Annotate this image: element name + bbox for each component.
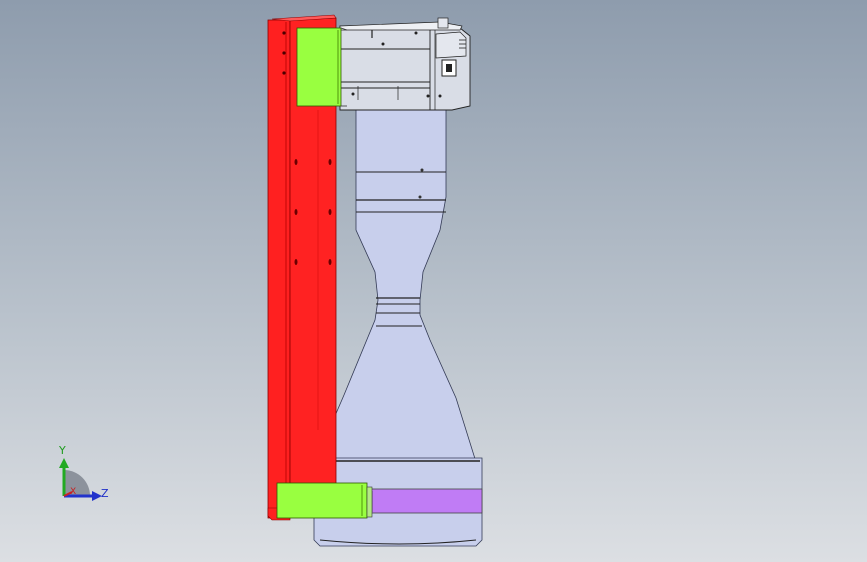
bottom-green-bracket[interactable] xyxy=(276,482,373,519)
y-axis-label: Y xyxy=(59,444,66,457)
model-viewport[interactable]: Y Z X xyxy=(0,0,867,562)
assembly-model[interactable] xyxy=(0,0,867,562)
purple-band[interactable] xyxy=(369,488,483,514)
nozzle-body[interactable] xyxy=(313,109,483,547)
servo-motor[interactable] xyxy=(339,17,471,111)
triad-graphic xyxy=(59,458,102,501)
z-axis-label: Z xyxy=(101,487,109,500)
top-green-bracket[interactable] xyxy=(296,27,348,107)
coordinate-triad: Y Z X xyxy=(40,438,120,518)
x-axis-label: X xyxy=(70,487,77,497)
y-axis-arrow xyxy=(59,458,69,468)
triad-arc xyxy=(64,470,90,496)
